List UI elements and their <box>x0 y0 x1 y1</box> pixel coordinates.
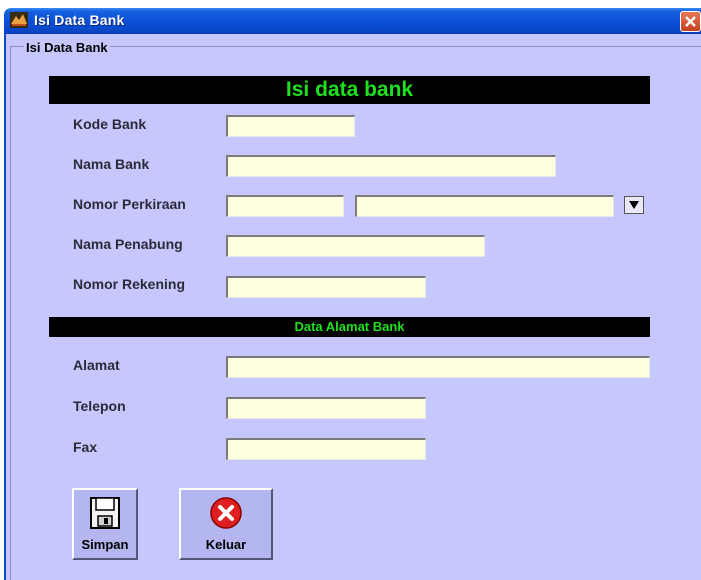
alamat-input[interactable] <box>226 356 650 378</box>
nama-bank-input[interactable] <box>226 155 556 177</box>
address-section-banner: Data Alamat Bank <box>49 317 650 337</box>
fax-label: Fax <box>73 439 98 455</box>
kode-bank-input[interactable] <box>226 115 355 137</box>
nomor-perkiraan-name-input[interactable] <box>355 195 614 217</box>
telepon-input[interactable] <box>226 397 426 419</box>
close-icon <box>685 16 696 27</box>
close-button[interactable] <box>680 11 701 32</box>
nomor-rekening-input[interactable] <box>226 276 426 298</box>
kode-bank-label: Kode Bank <box>73 116 147 132</box>
telepon-label: Telepon <box>73 398 126 414</box>
exit-button-label: Keluar <box>205 537 247 552</box>
nomor-perkiraan-label: Nomor Perkiraan <box>73 196 186 212</box>
alamat-label: Alamat <box>73 357 120 373</box>
dialog-window: Isi Data Bank Isi Data Bank Isi data ban… <box>0 0 701 580</box>
bank-app-icon <box>10 12 28 28</box>
fax-input[interactable] <box>226 438 426 460</box>
nama-penabung-input[interactable] <box>226 235 485 257</box>
exit-button[interactable]: Keluar <box>179 488 273 560</box>
nomor-perkiraan-dropdown-button[interactable] <box>624 196 644 214</box>
dropdown-arrow-icon <box>629 201 639 209</box>
red-x-icon <box>209 496 243 535</box>
save-button-label: Simpan <box>81 537 129 552</box>
nama-penabung-label: Nama Penabung <box>73 236 183 252</box>
window-title: Isi Data Bank <box>34 12 125 28</box>
title-bar[interactable]: Isi Data Bank <box>4 8 701 34</box>
nomor-perkiraan-code-input[interactable] <box>226 195 344 217</box>
group-box-label: Isi Data Bank <box>24 40 110 56</box>
floppy-disk-icon <box>89 496 121 535</box>
nama-bank-label: Nama Bank <box>73 156 150 172</box>
save-button[interactable]: Simpan <box>72 488 138 560</box>
nomor-rekening-label: Nomor Rekening <box>73 276 186 292</box>
form-header-banner: Isi data bank <box>49 76 650 104</box>
